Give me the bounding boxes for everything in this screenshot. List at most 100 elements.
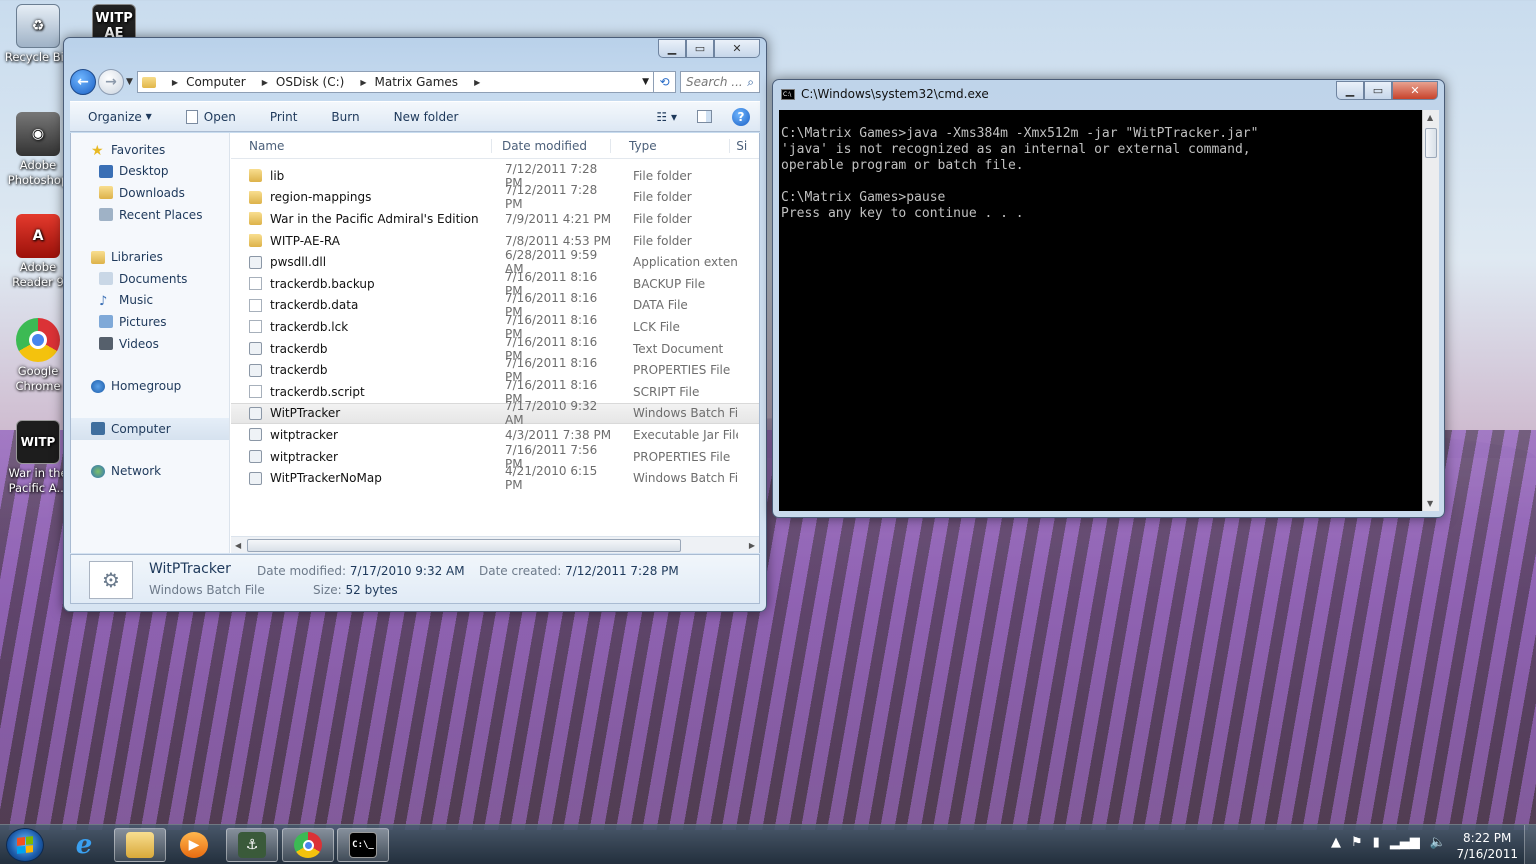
nav-label: Network	[111, 464, 162, 479]
nav-network[interactable]: Network	[71, 461, 229, 483]
breadcrumb-osdisk[interactable]: OSDisk (C:)	[276, 75, 344, 89]
file-name-cell: trackerdb.data	[231, 298, 493, 312]
scroll-down-icon[interactable]: ▼	[1427, 499, 1433, 508]
file-name-cell: lib	[231, 169, 493, 183]
nav-downloads[interactable]: Downloads	[71, 182, 229, 204]
music-icon: ♪	[99, 293, 108, 309]
nav-label: Recent Places	[119, 207, 203, 222]
file-row[interactable]: WitPTrackerNoMap 4/21/2010 6:15 PM Windows…	[231, 464, 759, 492]
print-button[interactable]: Print	[252, 110, 314, 124]
file-row[interactable]: War in the Pacific Admiral's Edition 7/9/…	[231, 208, 759, 230]
start-button[interactable]	[6, 828, 44, 862]
nav-label: Desktop	[119, 164, 169, 179]
computer-icon	[91, 422, 105, 436]
action-center-flag-icon[interactable]: ⚑	[1351, 835, 1363, 850]
scroll-right-icon[interactable]: ▶	[749, 541, 755, 550]
minimize-button[interactable]: ▁	[658, 39, 686, 58]
breadcrumb-computer[interactable]: Computer	[186, 75, 246, 89]
nav-music[interactable]: ♪ Music	[71, 290, 229, 312]
file-rows: lib 7/12/2011 7:28 PM File folder region-ma…	[231, 159, 759, 492]
volume-icon[interactable]: 🔈	[1430, 835, 1446, 850]
vertical-scrollbar[interactable]: ▲ ▼	[1422, 110, 1439, 511]
videos-icon	[99, 337, 113, 351]
chrome-icon	[16, 318, 60, 362]
horizontal-scrollbar[interactable]: ◀ ▶	[231, 536, 759, 553]
show-desktop-button[interactable]	[1524, 825, 1536, 864]
new-folder-button[interactable]: New folder	[376, 110, 475, 124]
cmd-icon: C:\_	[349, 832, 377, 858]
breadcrumb-matrix-games[interactable]: Matrix Games	[374, 75, 458, 89]
file-name-cell: War in the Pacific Admiral's Edition	[231, 212, 493, 226]
clock[interactable]: 8:22 PM 7/16/2011	[1456, 830, 1518, 862]
nav-homegroup[interactable]: Homegroup	[71, 375, 229, 397]
minimize-button[interactable]: ▁	[1336, 81, 1364, 100]
show-hidden-icons-icon[interactable]: ▲	[1331, 835, 1341, 850]
column-header-size[interactable]: Si	[729, 138, 759, 153]
address-dropdown-icon[interactable]: ▼	[642, 77, 649, 87]
taskbar: e ▶ ⚓ C:\_ ▲ ⚑ ▮ ▂▄▆ 🔈 8:22 PM 7/16/2011	[0, 824, 1536, 864]
camera-icon: ◉	[16, 112, 60, 156]
battery-icon[interactable]: ▮	[1373, 835, 1380, 850]
column-header-name[interactable]: Name	[231, 139, 491, 153]
close-button[interactable]: ✕	[714, 39, 760, 58]
column-header-type[interactable]: Type	[610, 138, 729, 153]
new-folder-label: New folder	[393, 109, 459, 124]
cmd-titlebar: C:\ C:\Windows\system32\cmd.exe	[781, 87, 989, 101]
nav-favorites[interactable]: ★ Favorites	[71, 139, 229, 161]
scrollbar-thumb[interactable]	[1425, 128, 1437, 158]
address-bar[interactable]: ▶ Computer ▶ OSDisk (C:) ▶ Matrix Games …	[136, 71, 654, 93]
taskbar-media-player[interactable]: ▶	[168, 828, 220, 862]
file-icon	[249, 385, 262, 399]
taskbar-internet-explorer[interactable]: e	[58, 828, 110, 862]
nav-pictures[interactable]: Pictures	[71, 311, 229, 333]
burn-button[interactable]: Burn	[313, 110, 375, 124]
maximize-button[interactable]: ▭	[686, 39, 714, 58]
nav-videos[interactable]: Videos	[71, 333, 229, 355]
nav-libraries[interactable]: Libraries	[71, 246, 229, 268]
taskbar-chrome[interactable]	[282, 828, 334, 862]
file-type: BACKUP File	[633, 276, 706, 291]
taskbar-cmd[interactable]: C:\_	[337, 828, 389, 862]
forward-button[interactable]: →	[98, 69, 124, 95]
file-type: PROPERTIES File	[633, 363, 731, 378]
scroll-up-icon[interactable]: ▲	[1427, 113, 1433, 122]
witp-app-icon: ⚓	[238, 832, 266, 858]
recent-pages-dropdown[interactable]: ▼	[126, 77, 133, 87]
taskbar-explorer[interactable]	[114, 828, 166, 862]
scrollbar-thumb[interactable]	[247, 538, 681, 552]
search-input[interactable]: Search ... ⌕	[680, 71, 760, 93]
nav-documents[interactable]: Documents	[71, 268, 229, 290]
chrome-icon	[294, 832, 322, 858]
change-view-icon[interactable]: ☷ ▾	[656, 110, 677, 124]
file-date: 7/8/2011 4:53 PM	[505, 233, 612, 248]
witp-ae-icon: WITP	[16, 420, 60, 464]
folder-icon	[249, 169, 262, 183]
nav-desktop[interactable]: Desktop	[71, 161, 229, 183]
help-icon[interactable]: ?	[732, 107, 750, 126]
refresh-icon[interactable]: ⟲	[654, 71, 676, 93]
preview-pane-icon[interactable]	[697, 110, 712, 123]
file-list: Name Date modified Type Si lib 7/12/2011 …	[231, 133, 759, 553]
file-row[interactable]: WitPTracker 7/17/2010 9:32 AM Windows Batc…	[231, 399, 759, 427]
column-header-date-modified[interactable]: Date modified	[490, 138, 610, 153]
chevron-right-icon: ▶	[360, 77, 367, 87]
nav-computer[interactable]: Computer	[71, 417, 229, 440]
open-label: Open	[203, 109, 236, 124]
gear-file-icon	[249, 406, 262, 420]
network-signal-icon[interactable]: ▂▄▆	[1390, 835, 1420, 850]
folder-icon	[249, 234, 262, 248]
clock-date: 7/16/2011	[1456, 847, 1518, 861]
organize-button[interactable]: Organize ▼	[70, 110, 168, 124]
file-row[interactable]: region-mappings 7/12/2011 7:28 PM File fol…	[231, 183, 759, 211]
open-button[interactable]: Open	[168, 109, 252, 124]
file-name-cell: WitPTracker	[231, 406, 493, 420]
taskbar-witp[interactable]: ⚓	[226, 828, 278, 862]
scroll-left-icon[interactable]: ◀	[235, 541, 241, 550]
maximize-button[interactable]: ▭	[1364, 81, 1392, 100]
print-label: Print	[269, 109, 298, 124]
nav-recent-places[interactable]: Recent Places	[71, 204, 229, 226]
close-button[interactable]: ✕	[1392, 81, 1438, 100]
cmd-output[interactable]: C:\Matrix Games>java -Xms384m -Xmx512m -…	[779, 110, 1422, 511]
burn-label: Burn	[331, 109, 360, 124]
back-button[interactable]: ←	[70, 69, 96, 95]
